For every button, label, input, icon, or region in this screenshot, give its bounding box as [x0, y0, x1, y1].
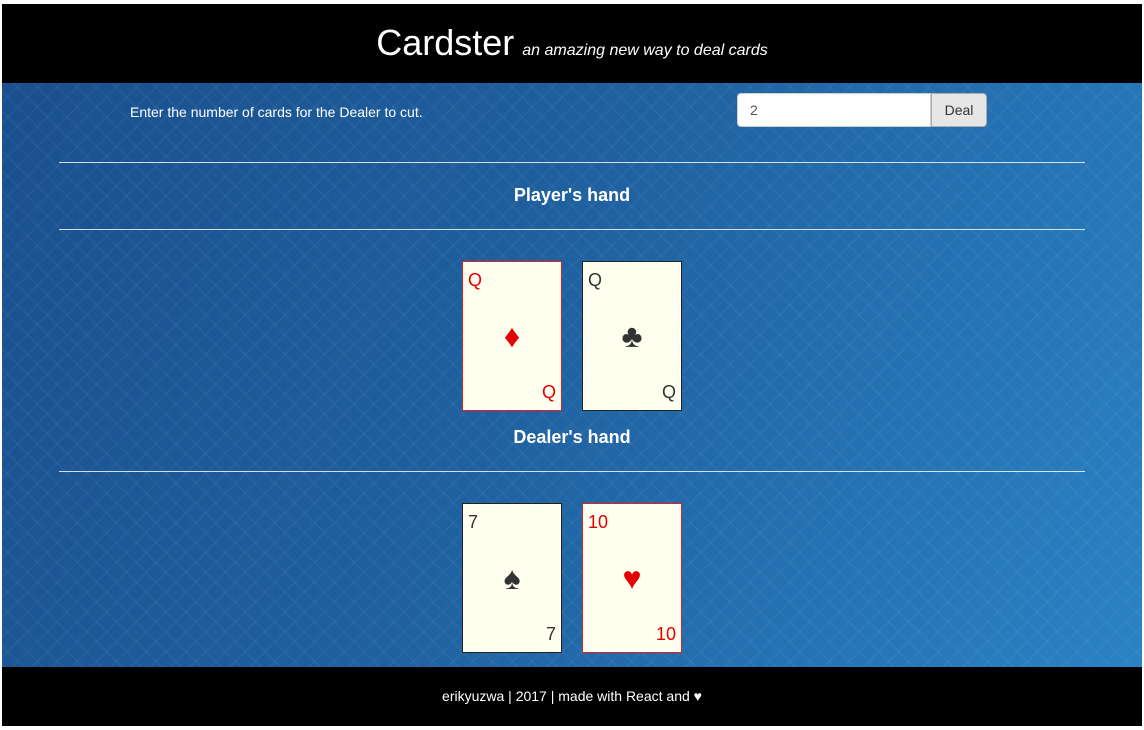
card-rank: 10 — [588, 512, 609, 532]
club-icon: ♣ — [621, 318, 643, 354]
app-header: Cardster an amazing new way to deal cards — [2, 4, 1142, 83]
player-card-queen-of-diamonds: Q ♦ Q — [462, 261, 562, 411]
card-rank: 7 — [468, 512, 479, 532]
player-hand-title: Player's hand — [513, 185, 631, 205]
card-rank: Q — [588, 270, 603, 290]
footer-credit: erikyuzwa | 2017 | made with React and ♥ — [442, 688, 702, 704]
dealer-card-seven-of-spades: 7 ♠ 7 — [462, 503, 562, 653]
card-rank: 7 — [545, 624, 556, 644]
spade-icon: ♠ — [503, 560, 521, 596]
cut-count-input[interactable] — [737, 93, 931, 127]
app-footer: erikyuzwa | 2017 | made with React and ♥ — [2, 667, 1142, 726]
card-table: Enter the number of cards for the Dealer… — [2, 83, 1142, 667]
divider — [59, 471, 1085, 472]
card-rank: Q — [661, 382, 676, 402]
card-rank: Q — [541, 382, 556, 402]
dealer-hand-title: Dealer's hand — [513, 427, 631, 447]
diamond-icon: ♦ — [503, 318, 521, 354]
dealer-card-ten-of-hearts: 10 ♥ 10 — [582, 503, 682, 653]
divider — [59, 229, 1085, 230]
player-card-queen-of-clubs: Q ♣ Q — [582, 261, 682, 411]
heart-icon: ♥ — [622, 560, 642, 596]
divider — [59, 162, 1085, 163]
deal-button[interactable]: Deal — [931, 93, 987, 127]
cut-instruction: Enter the number of cards for the Dealer… — [130, 104, 423, 120]
card-rank: 10 — [655, 624, 676, 644]
app-title: Cardster — [376, 22, 515, 63]
card-rank: Q — [468, 270, 483, 290]
app-tagline: an amazing new way to deal cards — [522, 42, 768, 59]
app-frame: Cardster an amazing new way to deal cards… — [2, 4, 1142, 726]
brand: Cardster an amazing new way to deal cards — [2, 22, 1142, 64]
